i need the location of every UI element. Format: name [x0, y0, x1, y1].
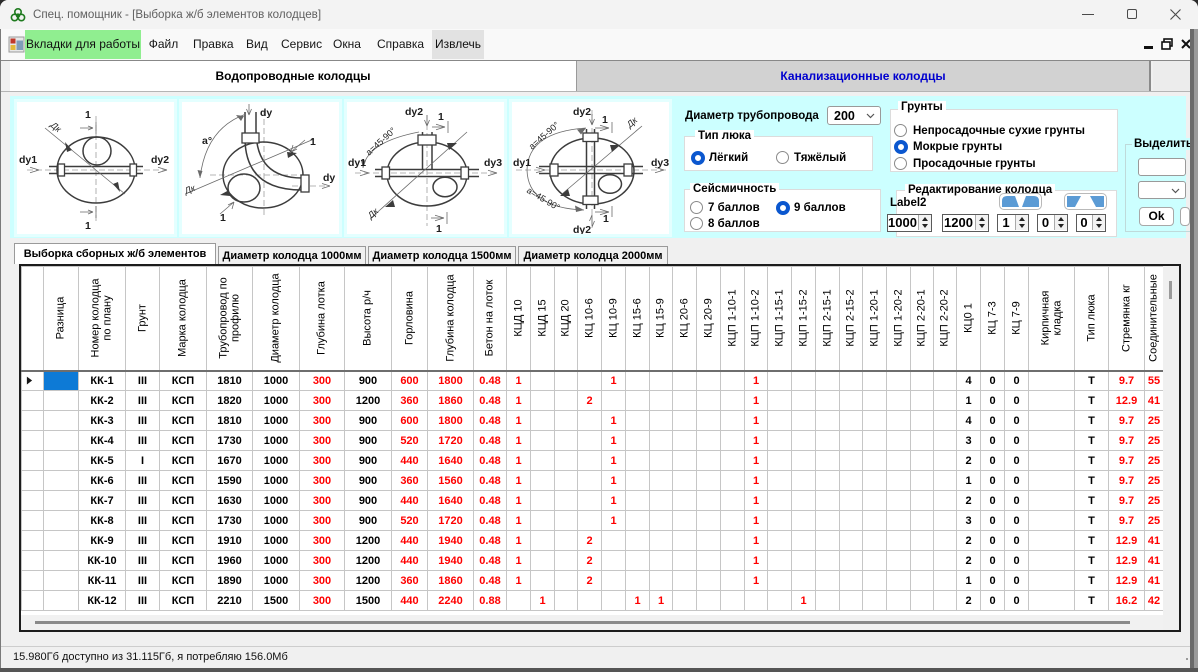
svg-text:a°: a° — [202, 135, 212, 147]
svg-text:dу2: dу2 — [405, 106, 423, 118]
svg-text:1: 1 — [603, 213, 609, 225]
svg-text:dу: dу — [323, 172, 335, 184]
svg-text:1: 1 — [85, 220, 91, 232]
svg-text:dу2: dу2 — [151, 154, 169, 166]
svg-text:Дк: Дк — [182, 182, 197, 196]
svg-text:dу2: dу2 — [573, 106, 591, 118]
svg-text:dу1: dу1 — [348, 157, 366, 169]
svg-text:Дк: Дк — [624, 115, 640, 131]
svg-text:1: 1 — [220, 212, 226, 224]
svg-text:1: 1 — [438, 111, 444, 123]
svg-text:1: 1 — [436, 223, 442, 234]
svg-text:dу3: dу3 — [651, 157, 669, 169]
svg-text:dу2: dу2 — [573, 224, 591, 234]
svg-text:a=45-90°: a=45-90° — [364, 125, 398, 157]
svg-text:Дк: Дк — [365, 206, 381, 222]
svg-text:1: 1 — [602, 114, 608, 126]
svg-text:1: 1 — [85, 109, 91, 121]
svg-text:a=45-90°: a=45-90° — [527, 120, 562, 152]
svg-text:dу1: dу1 — [513, 157, 531, 169]
svg-text:dу1: dу1 — [19, 154, 37, 166]
svg-text:dу3: dу3 — [484, 157, 502, 169]
svg-text:1: 1 — [310, 136, 316, 148]
svg-text:dу: dу — [260, 107, 272, 119]
